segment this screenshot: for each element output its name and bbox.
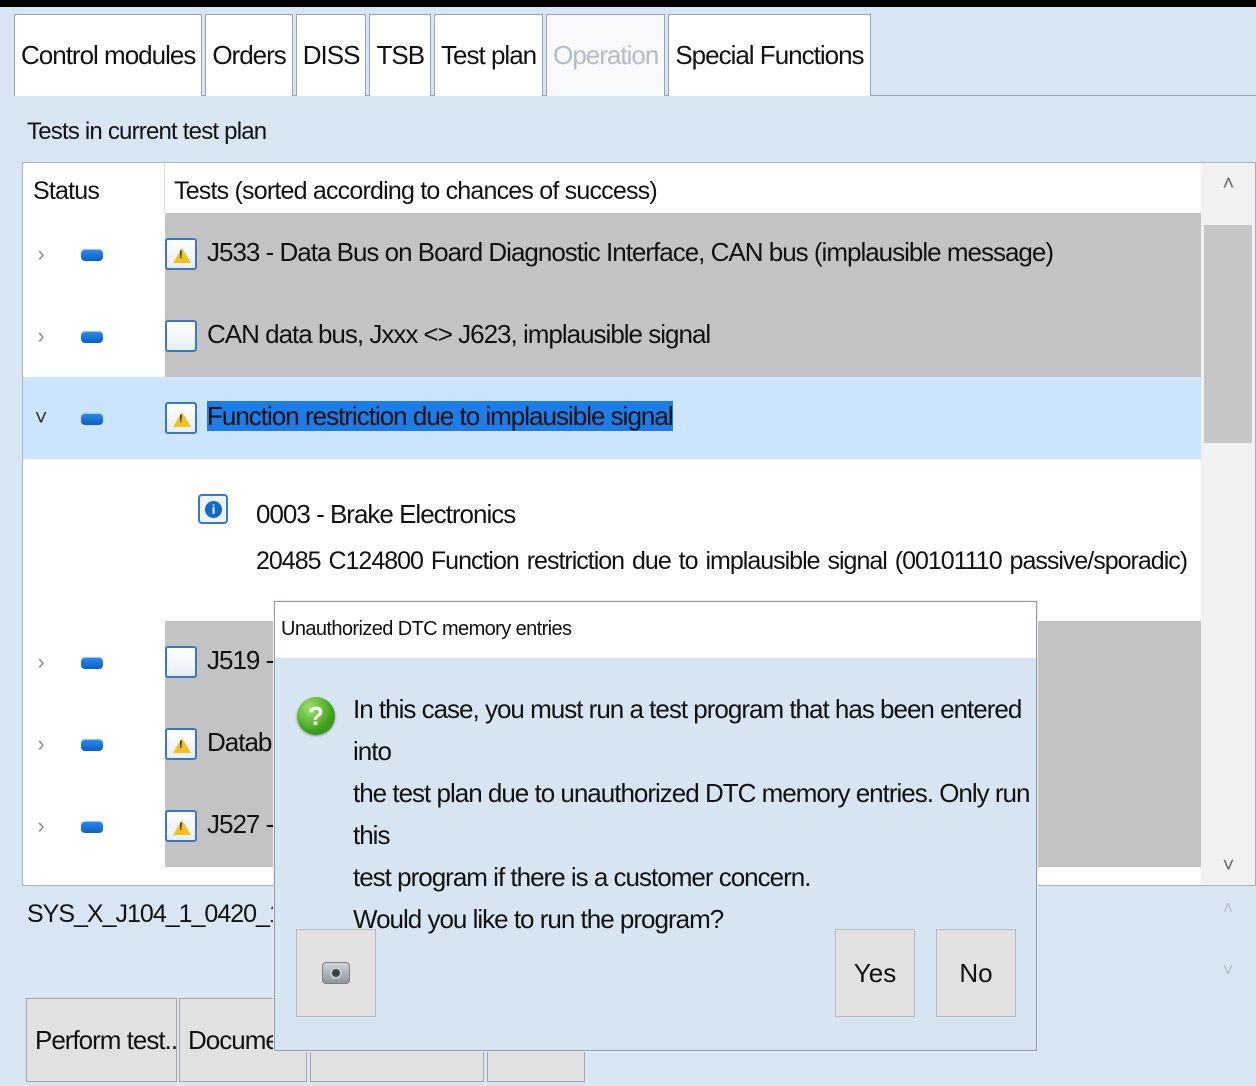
perform-test-button[interactable]: Perform test...	[26, 998, 184, 1082]
no-button[interactable]: No	[936, 929, 1016, 1017]
tab-test-plan[interactable]: Test plan	[434, 14, 544, 96]
control-module-name: 0003 - Brake Electronics	[256, 499, 516, 529]
question-icon: ?	[297, 697, 335, 735]
section-label: Tests in current test plan	[27, 118, 267, 145]
chevron-right-icon[interactable]: ›	[33, 813, 49, 839]
warning-icon: !	[165, 238, 197, 270]
dialog-message: In this case, you must run a test progra…	[353, 688, 1033, 940]
warning-icon: !	[165, 810, 197, 842]
info-icon: i	[198, 494, 228, 524]
blank-doc-icon	[165, 646, 197, 678]
selected-text: Function restriction due to implausible …	[207, 401, 674, 431]
dtc-entry: 20485 C124800 Function restriction due t…	[256, 547, 1188, 575]
warning-icon: !	[165, 402, 197, 434]
expanded-detail: i 0003 - Brake Electronics 20485 C124800…	[23, 459, 1201, 619]
dialog-message-line: In this case, you must run a test progra…	[353, 694, 1022, 766]
tab-bar: Control modules Orders DISS TSB Test pla…	[14, 14, 874, 96]
warning-icon: !	[165, 728, 197, 760]
scroll-down-icon[interactable]: ˅	[1200, 960, 1256, 981]
test-name: J519 -	[207, 645, 274, 675]
status-led-icon	[81, 249, 103, 261]
dialog-titlebar[interactable]: Unauthorized DTC memory entries	[275, 602, 1036, 658]
tab-special-functions[interactable]: Special Functions	[668, 14, 871, 96]
dialog-message-line: Would you like to run the program?	[353, 904, 724, 934]
chevron-right-icon[interactable]: ›	[33, 731, 49, 757]
chevron-right-icon[interactable]: ›	[33, 323, 49, 349]
blank-doc-icon	[165, 320, 197, 352]
status-led-icon	[81, 657, 103, 669]
system-id-label: SYS_X_J104_1_0420_1	[27, 900, 283, 928]
table-row[interactable]: › CAN data bus, Jxxx <> J623, implausibl…	[23, 295, 1201, 377]
tab-control-modules[interactable]: Control modules	[14, 14, 203, 96]
test-cell[interactable]: ! J533 - Data Bus on Board Diagnostic In…	[165, 213, 1201, 295]
test-name: Function restriction due to implausible …	[207, 401, 674, 432]
column-header-tests[interactable]: Tests (sorted according to chances of su…	[174, 177, 658, 206]
status-led-icon	[81, 331, 103, 343]
screenshot-button[interactable]	[296, 929, 376, 1017]
table-row-selected[interactable]: ˅ ! Function restriction due to implausi…	[23, 377, 1201, 459]
table-row[interactable]: › ! J533 - Data Bus on Board Diagnostic …	[23, 213, 1201, 295]
dialog-title: Unauthorized DTC memory entries	[281, 618, 572, 640]
top-edge-bar	[0, 0, 1256, 7]
scrollbar-thumb[interactable]	[1204, 225, 1252, 443]
camera-icon	[322, 962, 350, 984]
test-cell[interactable]: CAN data bus, Jxxx <> J623, implausible …	[165, 295, 1201, 377]
scroll-up-icon[interactable]: ˄	[1201, 173, 1255, 196]
test-name: J527 -	[207, 809, 274, 839]
test-name: J533 - Data Bus on Board Diagnostic Inte…	[207, 237, 1054, 267]
status-led-icon	[81, 739, 103, 751]
chevron-right-icon[interactable]: ›	[33, 241, 49, 267]
scroll-down-icon[interactable]: ˅	[1201, 855, 1255, 878]
column-separator	[164, 163, 165, 213]
tab-operation: Operation	[546, 14, 666, 96]
tab-diss[interactable]: DISS	[295, 14, 367, 96]
tab-orders[interactable]: Orders	[205, 14, 293, 96]
status-led-icon	[81, 413, 103, 425]
tab-tsb[interactable]: TSB	[369, 14, 432, 96]
test-name: CAN data bus, Jxxx <> J623, implausible …	[207, 319, 711, 349]
test-cell[interactable]: ! Function restriction due to implausibl…	[165, 377, 1201, 459]
dialog-message-line: test program if there is a customer conc…	[353, 862, 811, 892]
dialog-message-line: the test plan due to unauthorized DTC me…	[353, 778, 1030, 850]
column-header-status[interactable]: Status	[33, 177, 100, 206]
table-scrollbar[interactable]: ˄ ˅	[1201, 163, 1255, 885]
chevron-down-icon[interactable]: ˅	[33, 405, 49, 431]
confirm-dialog: Unauthorized DTC memory entries ? In thi…	[274, 601, 1037, 1051]
status-led-icon	[81, 821, 103, 833]
scroll-up-icon[interactable]: ˄	[1200, 898, 1256, 919]
yes-button[interactable]: Yes	[835, 929, 915, 1017]
chevron-right-icon[interactable]: ›	[33, 649, 49, 675]
text-scrollbar[interactable]: ˄ ˅	[1200, 888, 1256, 988]
